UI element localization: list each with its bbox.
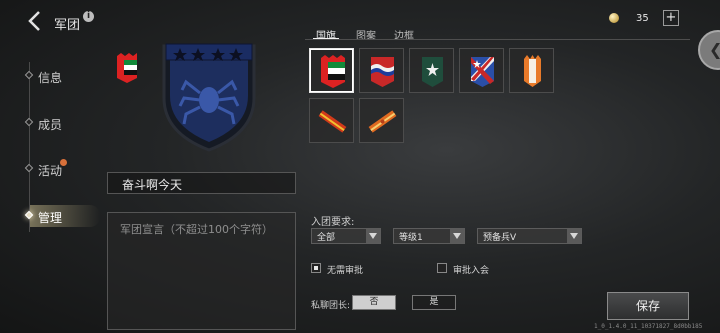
legion-emblem xyxy=(162,43,256,152)
coin-count: 35 xyxy=(636,13,649,24)
sidebar-item-members[interactable]: 成员 xyxy=(24,113,84,133)
nav-diamond-icon xyxy=(24,210,34,220)
cross-star-flag-icon xyxy=(471,57,494,87)
wave-stripes-flag-icon xyxy=(371,57,394,87)
tab-divider xyxy=(305,39,690,40)
chevron-left-icon: ❮ xyxy=(709,40,720,59)
dropdown-arrow-icon xyxy=(567,229,581,243)
select-value: 预备兵V xyxy=(483,233,517,243)
coin-icon xyxy=(609,13,619,23)
dropdown-arrow-icon xyxy=(366,229,380,243)
private-chat-label: 私聊团长: xyxy=(311,301,351,311)
sidebar-item-info[interactable]: 信息 xyxy=(24,66,84,86)
approve-join-label: 审批入会 xyxy=(453,266,490,276)
star-green-flag-icon xyxy=(422,57,443,87)
no-approval-label: 无需审批 xyxy=(327,266,364,276)
dropdown-arrow-icon xyxy=(450,229,464,243)
sidebar-item-label: 活动 xyxy=(38,164,63,178)
member-type-select[interactable]: 全部 xyxy=(311,228,381,244)
flag-option-uae[interactable] xyxy=(309,48,354,93)
legion-declaration-field[interactable]: 军团宣言（不超过100个字符） xyxy=(107,212,296,330)
save-button[interactable]: 保存 xyxy=(607,292,689,320)
select-value: 全部 xyxy=(317,233,336,243)
flag-option-orange-diagonal[interactable] xyxy=(359,98,404,143)
private-chat-yes-button[interactable]: 是 xyxy=(412,295,456,310)
approve-join-checkbox[interactable] xyxy=(437,263,447,273)
flag-option-red-diagonal[interactable] xyxy=(309,98,354,143)
flag-option-orange-stripes[interactable] xyxy=(509,48,554,93)
nav-diamond-icon xyxy=(24,70,34,80)
uae-flag-icon xyxy=(321,55,345,88)
sidebar-item-activity[interactable]: 活动 xyxy=(24,159,84,179)
nav-diamond-icon xyxy=(24,163,34,173)
page-title: 军团 xyxy=(54,18,81,33)
version-text: 1_0_1.4.0_11_10371827_8d0bb185 xyxy=(594,323,703,330)
flag-option-star-green[interactable] xyxy=(409,48,454,93)
sidebar-item-manage[interactable]: 管理 xyxy=(24,206,84,226)
flag-option-waves[interactable] xyxy=(359,48,404,93)
back-button[interactable] xyxy=(26,10,44,32)
no-approval-checkbox[interactable] xyxy=(311,263,321,273)
sidebar-item-label: 管理 xyxy=(38,211,63,225)
legion-name-field[interactable]: 奋斗啊今天 xyxy=(107,172,296,194)
sidebar-item-label: 信息 xyxy=(38,71,63,85)
side-panel-toggle[interactable]: ❮ xyxy=(698,30,720,70)
notification-badge xyxy=(60,159,67,166)
orange-diagonal-flag-icon xyxy=(368,110,397,133)
private-chat-no-button[interactable]: 否 xyxy=(352,295,396,310)
nav-diamond-icon xyxy=(24,117,34,127)
selected-flag-preview xyxy=(117,53,137,83)
red-diagonal-flag-icon xyxy=(318,110,347,133)
back-chevron-icon xyxy=(28,11,40,31)
rank-select[interactable]: 预备兵V xyxy=(477,228,582,244)
add-currency-button[interactable]: + xyxy=(663,10,679,26)
select-value: 等级1 xyxy=(399,233,423,243)
info-icon[interactable]: i xyxy=(83,11,94,22)
level-select[interactable]: 等级1 xyxy=(393,228,465,244)
requirements-label: 入团要求: xyxy=(311,217,355,228)
tab-active-indicator xyxy=(313,38,339,39)
flag-option-cross-star[interactable] xyxy=(459,48,504,93)
orange-stripes-flag-icon xyxy=(524,55,541,87)
sidebar-item-label: 成员 xyxy=(38,118,63,132)
